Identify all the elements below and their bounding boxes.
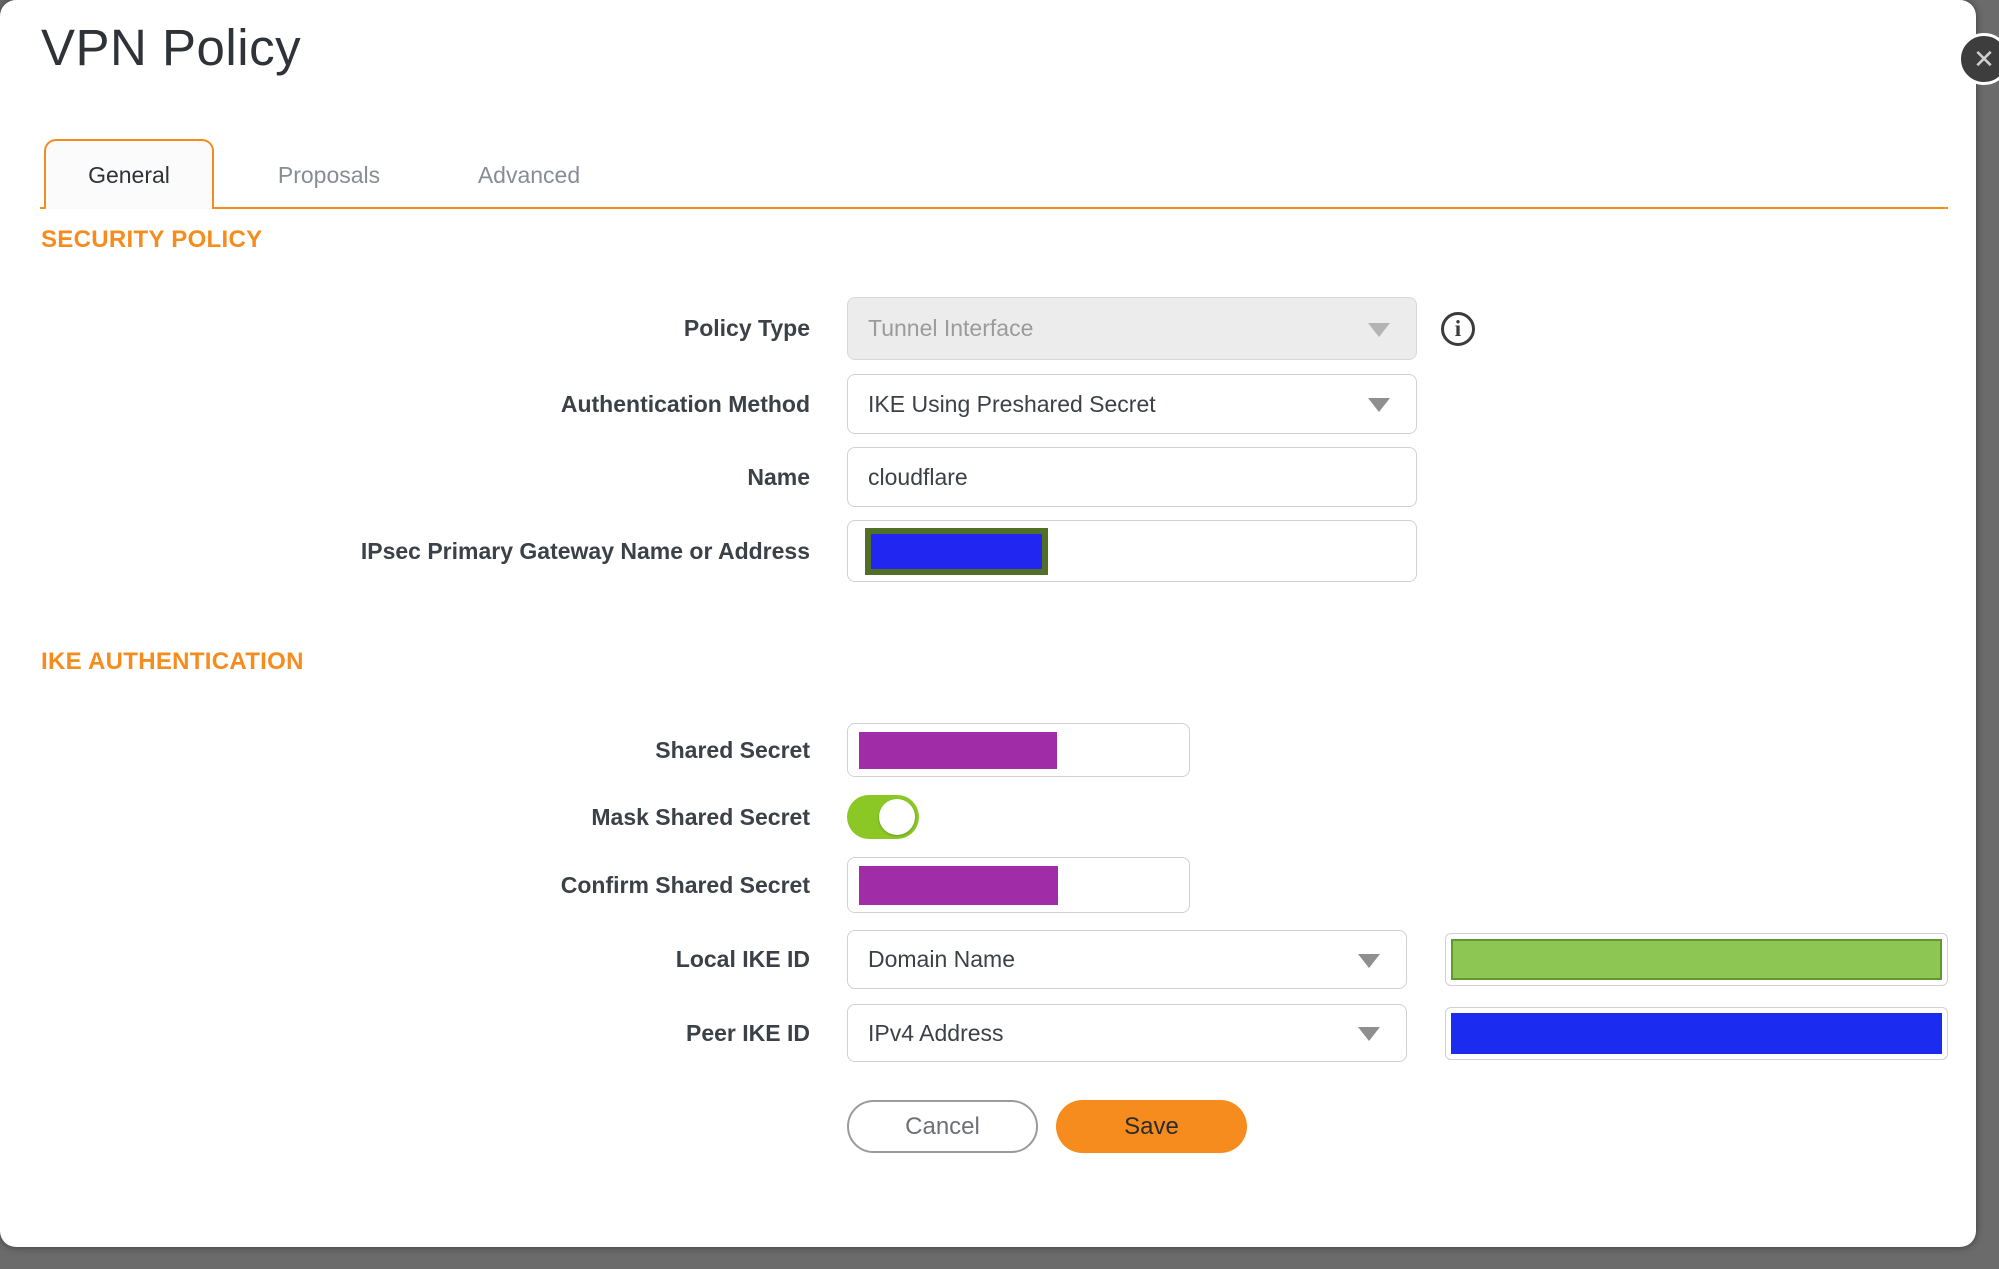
auth-method-select[interactable]: IKE Using Preshared Secret	[847, 374, 1417, 434]
section-heading-security-policy: SECURITY POLICY	[41, 226, 263, 253]
name-value: cloudflare	[868, 463, 968, 490]
tab-general-label: General	[88, 161, 170, 188]
section-heading-ike-authentication: IKE AUTHENTICATION	[41, 648, 304, 675]
chevron-down-icon	[1368, 322, 1390, 337]
shared-secret-input[interactable]	[847, 723, 1190, 777]
local-ike-id-row: Local IKE ID Domain Name	[40, 930, 1948, 989]
auth-method-row: Authentication Method IKE Using Preshare…	[40, 374, 1417, 434]
peer-ike-id-type-value: IPv4 Address	[868, 1019, 1004, 1046]
shared-secret-row: Shared Secret	[40, 723, 1190, 777]
shared-secret-redaction-block	[859, 732, 1057, 769]
local-ike-id-value-input[interactable]	[1445, 933, 1948, 986]
local-ike-id-redaction-block	[1451, 939, 1942, 980]
chevron-down-icon	[1368, 398, 1390, 412]
vpn-policy-dialog: VPN Policy General Proposals Advanced SE…	[0, 0, 1976, 1247]
tab-proposals[interactable]: Proposals	[244, 143, 414, 207]
tab-general[interactable]: General	[44, 139, 214, 209]
gateway-input[interactable]	[847, 520, 1417, 582]
tab-advanced-label: Advanced	[477, 161, 581, 188]
mask-shared-secret-row: Mask Shared Secret	[40, 794, 919, 840]
chevron-down-icon	[1358, 1027, 1380, 1041]
cancel-button[interactable]: Cancel	[847, 1100, 1038, 1153]
peer-ike-id-type-select[interactable]: IPv4 Address	[847, 1004, 1407, 1062]
gateway-redaction-block	[865, 528, 1048, 575]
dialog-actions: Cancel Save	[40, 1100, 1247, 1153]
local-ike-id-type-value: Domain Name	[868, 946, 1015, 972]
shared-secret-label: Shared Secret	[655, 736, 810, 763]
tab-proposals-label: Proposals	[277, 161, 381, 188]
confirm-shared-secret-row: Confirm Shared Secret	[40, 857, 1190, 913]
toggle-knob	[879, 799, 915, 835]
local-ike-id-label: Local IKE ID	[675, 946, 810, 972]
name-label: Name	[747, 463, 810, 490]
peer-ike-id-redaction-block	[1451, 1012, 1942, 1054]
peer-ike-id-row: Peer IKE ID IPv4 Address	[40, 1004, 1948, 1062]
mask-shared-secret-toggle[interactable]	[847, 795, 919, 839]
policy-type-select[interactable]: Tunnel Interface	[847, 297, 1417, 360]
policy-type-label: Policy Type	[683, 315, 810, 341]
policy-type-value: Tunnel Interface	[868, 315, 1034, 341]
name-row: Name cloudflare	[40, 447, 1417, 507]
auth-method-label: Authentication Method	[560, 390, 810, 417]
peer-ike-id-value-input[interactable]	[1445, 1006, 1948, 1060]
gateway-row: IPsec Primary Gateway Name or Address	[40, 520, 1417, 582]
chevron-down-icon	[1358, 953, 1380, 968]
confirm-shared-secret-label: Confirm Shared Secret	[560, 871, 810, 898]
policy-type-row: Policy Type Tunnel Interface i	[40, 297, 1475, 360]
save-button[interactable]: Save	[1056, 1100, 1247, 1153]
mask-shared-secret-label: Mask Shared Secret	[591, 803, 810, 830]
peer-ike-id-label: Peer IKE ID	[686, 1019, 810, 1046]
name-input[interactable]: cloudflare	[847, 447, 1417, 507]
confirm-shared-secret-redaction-block	[859, 866, 1058, 905]
dialog-title: VPN Policy	[41, 19, 302, 76]
screen-backdrop: VPN Policy General Proposals Advanced SE…	[0, 0, 1999, 1269]
local-ike-id-type-select[interactable]: Domain Name	[847, 930, 1407, 989]
confirm-shared-secret-input[interactable]	[847, 857, 1190, 913]
gateway-label: IPsec Primary Gateway Name or Address	[360, 537, 810, 564]
auth-method-value: IKE Using Preshared Secret	[868, 390, 1156, 417]
tab-advanced[interactable]: Advanced	[444, 143, 614, 207]
info-icon[interactable]: i	[1441, 311, 1475, 346]
tab-bar: General Proposals Advanced	[40, 139, 1948, 209]
